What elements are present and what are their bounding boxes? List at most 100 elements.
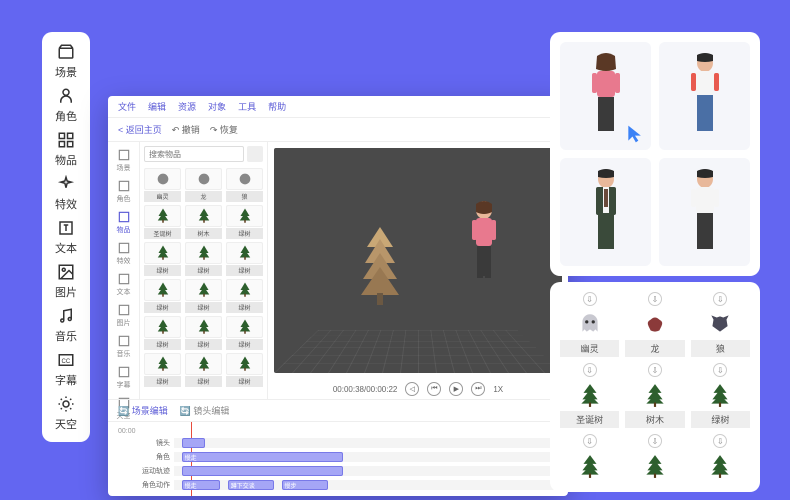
asset-item[interactable]: 龙 bbox=[185, 168, 222, 202]
asset-item[interactable]: 绿树 bbox=[226, 242, 263, 276]
sidebar-item-text[interactable]: 文本 bbox=[55, 218, 77, 256]
floor-grid bbox=[274, 330, 562, 373]
grid-icon bbox=[56, 130, 76, 150]
rewind-button[interactable]: ⏮ bbox=[427, 382, 441, 396]
menu-file[interactable]: 文件 bbox=[118, 100, 136, 113]
menu-assets[interactable]: 资源 bbox=[178, 100, 196, 113]
asset-item[interactable]: 绿树 bbox=[185, 316, 222, 350]
sidebar-item-sky[interactable]: 天空 bbox=[55, 394, 77, 432]
leftnav-item[interactable]: 图片 bbox=[117, 303, 131, 328]
asset-panel-item[interactable]: ⇩圣诞树 bbox=[560, 363, 619, 428]
scene-icon bbox=[56, 42, 76, 62]
timeline-track[interactable] bbox=[174, 466, 558, 476]
timeline-track[interactable] bbox=[174, 438, 558, 448]
timeline-clip[interactable] bbox=[182, 466, 343, 476]
leftnav-item[interactable]: 场景 bbox=[117, 148, 131, 173]
asset-item[interactable]: 绿树 bbox=[226, 353, 263, 387]
asset-panel-item[interactable]: ⇩ bbox=[691, 434, 750, 482]
menu-edit[interactable]: 编辑 bbox=[148, 100, 166, 113]
redo-button[interactable]: ↷ 恢复 bbox=[210, 123, 238, 136]
leftnav-item[interactable]: 物品 bbox=[117, 210, 131, 235]
asset-item[interactable]: 绿树 bbox=[226, 205, 263, 239]
asset-item[interactable]: 圣诞树 bbox=[144, 205, 181, 239]
timeline-clip[interactable]: 慢走 bbox=[182, 452, 343, 462]
asset-panel-item[interactable]: ⇩ bbox=[625, 434, 684, 482]
forward-button[interactable]: ⏭ bbox=[471, 382, 485, 396]
asset-panel-item[interactable]: ⇩幽灵 bbox=[560, 292, 619, 357]
character-card-man-suit[interactable] bbox=[560, 158, 651, 266]
timeline-clip[interactable]: 慢步 bbox=[282, 480, 328, 490]
canvas-3d[interactable] bbox=[274, 148, 562, 373]
menu-tools[interactable]: 工具 bbox=[238, 100, 256, 113]
tab-scene-edit[interactable]: 🔄 场景编辑 bbox=[118, 404, 168, 417]
text-icon bbox=[56, 218, 76, 238]
sidebar-item-image[interactable]: 图片 bbox=[55, 262, 77, 300]
download-icon: ⇩ bbox=[713, 434, 727, 448]
asset-item[interactable]: 幽灵 bbox=[144, 168, 181, 202]
image-icon bbox=[56, 262, 76, 282]
person-icon bbox=[56, 86, 76, 106]
sidebar-item-scene[interactable]: 场景 bbox=[55, 42, 77, 80]
menu-object[interactable]: 对象 bbox=[208, 100, 226, 113]
asset-item[interactable]: 绿树 bbox=[144, 353, 181, 387]
play-button[interactable]: ▶ bbox=[449, 382, 463, 396]
asset-item[interactable]: 绿树 bbox=[226, 316, 263, 350]
character-card-man-casual[interactable] bbox=[659, 158, 750, 266]
asset-item[interactable]: 绿树 bbox=[144, 279, 181, 313]
back-button[interactable]: < 返回主页 bbox=[118, 123, 162, 136]
timeline-track[interactable]: 慢走蹲下交谈慢步 bbox=[174, 480, 558, 490]
asset-grid: 幽灵龙狼圣诞树树木绿树绿树绿树绿树绿树绿树绿树绿树绿树绿树绿树绿树绿树 bbox=[140, 166, 267, 399]
timeline-clip[interactable] bbox=[182, 438, 205, 448]
download-icon: ⇩ bbox=[713, 292, 727, 306]
menu-help[interactable]: 帮助 bbox=[268, 100, 286, 113]
leftnav-item[interactable]: 音乐 bbox=[117, 334, 131, 359]
sidebar-item-objects[interactable]: 物品 bbox=[55, 130, 77, 168]
asset-item[interactable]: 绿树 bbox=[144, 316, 181, 350]
prev-button[interactable]: ◁ bbox=[405, 382, 419, 396]
asset-item[interactable]: 树木 bbox=[185, 205, 222, 239]
track-label: 角色 bbox=[118, 452, 170, 462]
sidebar-item-subtitle[interactable]: CC字幕 bbox=[55, 350, 77, 388]
undo-button[interactable]: ↶ 撤销 bbox=[172, 123, 200, 136]
current-time: 00:00:38/00:00:22 bbox=[333, 385, 398, 394]
asset-panel-item[interactable]: ⇩绿树 bbox=[691, 363, 750, 428]
timeline: 00:00 镜头角色慢走运动轨迹角色动作慢走蹲下交谈慢步 bbox=[108, 422, 568, 496]
timeline-clip[interactable]: 慢走 bbox=[182, 480, 220, 490]
tab-camera-edit[interactable]: 🔄 镜头编辑 bbox=[180, 404, 230, 417]
asset-panel-item[interactable]: ⇩狼 bbox=[691, 292, 750, 357]
asset-item[interactable]: 绿树 bbox=[185, 279, 222, 313]
track-label: 角色动作 bbox=[118, 480, 170, 490]
track-label: 镜头 bbox=[118, 438, 170, 448]
asset-picker-panel: ⇩幽灵⇩龙⇩狼⇩圣诞树⇩树木⇩绿树⇩⇩⇩ bbox=[550, 282, 760, 492]
timeline-clip[interactable]: 蹲下交谈 bbox=[228, 480, 274, 490]
timeline-ruler[interactable]: 00:00 bbox=[118, 426, 558, 436]
asset-panel-item[interactable]: ⇩龙 bbox=[625, 292, 684, 357]
asset-item[interactable]: 绿树 bbox=[144, 242, 181, 276]
sidebar-item-effects[interactable]: 特效 bbox=[55, 174, 77, 212]
character-card-boy[interactable] bbox=[659, 42, 750, 150]
character-picker-panel bbox=[550, 32, 760, 276]
asset-item[interactable]: 狼 bbox=[226, 168, 263, 202]
music-icon bbox=[56, 306, 76, 326]
leftnav-item[interactable]: 特效 bbox=[117, 241, 131, 266]
leftnav-item[interactable]: 角色 bbox=[117, 179, 131, 204]
leftnav-item[interactable]: 文本 bbox=[117, 272, 131, 297]
asset-panel-item[interactable]: ⇩树木 bbox=[625, 363, 684, 428]
sidebar-item-music[interactable]: 音乐 bbox=[55, 306, 77, 344]
search-input[interactable] bbox=[144, 146, 244, 162]
asset-panel-item[interactable]: ⇩ bbox=[560, 434, 619, 482]
timeline-track[interactable]: 慢走 bbox=[174, 452, 558, 462]
search-settings-button[interactable] bbox=[247, 146, 263, 162]
speed-label[interactable]: 1X bbox=[493, 385, 503, 394]
sidebar-item-character[interactable]: 角色 bbox=[55, 86, 77, 124]
character-card-woman[interactable] bbox=[560, 42, 651, 150]
asset-item[interactable]: 绿树 bbox=[185, 242, 222, 276]
download-icon: ⇩ bbox=[648, 363, 662, 377]
asset-item[interactable]: 绿树 bbox=[226, 279, 263, 313]
download-icon: ⇩ bbox=[583, 292, 597, 306]
asset-item[interactable]: 绿树 bbox=[185, 353, 222, 387]
toolbar: < 返回主页 ↶ 撤销 ↷ 恢复 bbox=[108, 118, 568, 142]
menubar: 文件 编辑 资源 对象 工具 帮助 bbox=[108, 96, 568, 118]
character-object bbox=[464, 198, 504, 298]
leftnav-item[interactable]: 字幕 bbox=[117, 365, 131, 390]
